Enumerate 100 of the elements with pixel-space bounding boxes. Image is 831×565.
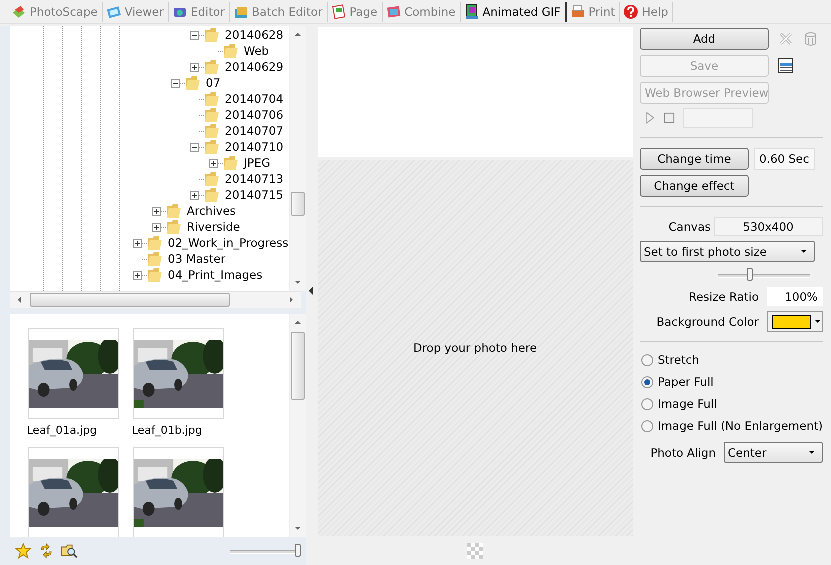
radio-option[interactable]: Paper Full [640,374,823,390]
film-icon[interactable] [464,4,480,20]
folder-icon[interactable] [204,187,220,203]
expand-icon[interactable] [152,206,161,216]
tab[interactable]: Page [328,2,383,22]
change-time-button[interactable]: Change time [640,148,749,170]
collapse-icon[interactable] [190,142,199,152]
scroll-up-icon[interactable] [294,31,302,37]
folder-icon[interactable] [223,155,239,171]
printer-icon[interactable] [570,4,586,20]
page-icon[interactable] [330,4,347,20]
folder-icon[interactable] [166,203,182,219]
dropdown-arrow-icon[interactable] [808,450,816,455]
scroll-left-icon[interactable] [16,296,22,304]
folder-search-icon[interactable] [61,543,78,559]
folder-icon[interactable] [166,219,182,235]
collapse-icon[interactable] [190,30,199,40]
play-icon[interactable] [644,112,656,124]
frame-time-field[interactable]: 0.60 Sec [754,148,815,170]
folder-icon[interactable] [147,267,163,283]
scroll-down-icon[interactable] [294,526,302,532]
add-button[interactable]: Add [640,28,769,50]
landscape-icon[interactable] [11,4,27,20]
trash-icon[interactable] [802,31,819,47]
tab[interactable]: Editor [168,2,230,22]
radio-icon[interactable] [640,398,654,410]
radio-checked-icon[interactable] [640,376,654,388]
photo-align-dropdown[interactable]: Center [724,442,823,463]
drop-area[interactable]: Drop your photo here [318,160,633,536]
folder-icon[interactable] [204,107,220,123]
folder-icon[interactable] [204,27,220,43]
scroll-right-icon[interactable] [288,296,295,304]
checkerboard-icon[interactable] [467,542,484,558]
size-mode-dropdown[interactable]: Set to first photo size [640,241,815,262]
slider-thumb[interactable] [747,268,754,281]
expand-icon[interactable] [133,270,142,280]
folder-name[interactable]: 07 [206,76,221,90]
change-effect-button[interactable]: Change effect [640,175,749,197]
tab[interactable]: Animated GIF [460,2,567,22]
expand-icon[interactable] [152,222,161,232]
folder-icon[interactable] [204,123,220,139]
thumbnail[interactable] [133,328,224,419]
thumbnail[interactable] [28,447,119,537]
folder-name[interactable]: 20140706 [225,108,284,122]
tab[interactable]: Batch Editor [230,2,328,22]
radio-option[interactable]: Stretch [640,352,823,368]
stop-icon[interactable] [664,112,675,124]
folder-icon[interactable] [223,43,239,59]
scroll-down-icon[interactable] [294,280,302,286]
scrollbar[interactable] [288,26,306,291]
collapse-icon[interactable] [171,78,180,88]
slider-thumb[interactable] [294,544,301,557]
expand-icon[interactable] [190,190,199,200]
thumbnail[interactable] [28,328,119,419]
radio-option[interactable]: Image Full (No Enlargement) [640,418,823,434]
size-slider[interactable] [718,267,810,283]
thumbnail-size-slider[interactable] [230,543,298,559]
scroll-thumb[interactable] [30,293,230,307]
scroll-thumb[interactable] [290,192,305,216]
question-icon[interactable] [623,4,640,20]
scroll-up-icon[interactable] [294,319,302,325]
list-icon[interactable] [778,58,794,74]
folder-name[interactable]: 20140628 [225,28,284,42]
canvas-size-field[interactable]: 530x400 [714,217,823,236]
star-icon[interactable] [15,543,32,559]
folder-name[interactable]: 20140710 [225,140,284,154]
photo-icon[interactable] [106,4,122,20]
folder-name[interactable]: Archives [187,204,236,218]
refresh-arrows-icon[interactable] [38,543,55,559]
cross-icon[interactable] [778,31,794,47]
folder-name[interactable]: Web [244,44,270,58]
folder-name[interactable]: Riverside [187,220,240,234]
thumbnail[interactable] [133,447,224,537]
expand-icon[interactable] [190,62,199,72]
scroll-thumb[interactable] [290,332,305,400]
radio-option[interactable]: Image Full [640,396,823,412]
tab[interactable]: Help [620,2,674,22]
tab[interactable]: Combine [382,2,461,22]
tab[interactable]: Print [566,2,620,22]
expand-icon[interactable] [209,158,218,168]
combine-icon[interactable] [386,4,402,20]
radio-icon[interactable] [640,354,654,366]
color-picker[interactable] [767,311,823,332]
folder-icon[interactable] [204,91,220,107]
folder-name[interactable]: 20140707 [225,124,284,138]
folder-icon[interactable] [147,251,163,267]
folder-name[interactable]: 20140629 [225,60,284,74]
folder-name[interactable]: JPEG [244,156,271,170]
expand-icon[interactable] [133,238,142,248]
scrollbar[interactable] [288,314,306,537]
folder-name[interactable]: 03 Master [168,252,226,266]
folder-name[interactable]: 20140715 [225,188,284,202]
folder-name[interactable]: 20140713 [225,172,284,186]
tab[interactable]: Viewer [102,2,169,22]
tab[interactable]: PhotoScape [8,2,103,22]
scrollbar[interactable] [10,291,301,308]
resize-ratio-field[interactable]: 100% [767,287,823,306]
folder-name[interactable]: 02_Work_in_Progress [168,236,289,250]
folder-name[interactable]: 04_Print_Images [168,268,263,282]
collapse-arrow-icon[interactable] [309,286,314,294]
